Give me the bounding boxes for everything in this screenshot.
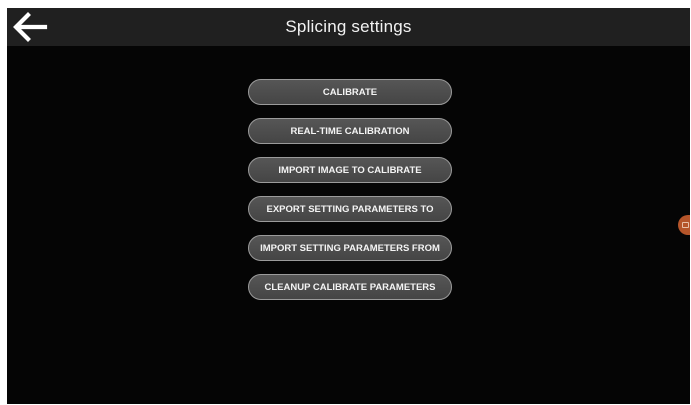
export-setting-parameters-button[interactable]: EXPORT SETTING PARAMETERS TO	[248, 196, 452, 222]
floating-side-handle[interactable]	[678, 215, 690, 235]
top-app-bar: Splicing settings	[7, 8, 690, 46]
calibrate-button[interactable]: CALIBRATE	[248, 79, 452, 105]
cleanup-calibrate-parameters-button[interactable]: CLEANUP CALIBRATE PARAMETERS	[248, 274, 452, 300]
import-setting-parameters-button[interactable]: IMPORT SETTING PARAMETERS FROM	[248, 235, 452, 261]
camera-icon	[682, 222, 689, 228]
settings-menu: CALIBRATE REAL-TIME CALIBRATION IMPORT I…	[248, 79, 452, 313]
import-image-to-calibrate-button[interactable]: IMPORT IMAGE TO CALIBRATE	[248, 157, 452, 183]
page-title: Splicing settings	[285, 17, 412, 36]
real-time-calibration-button[interactable]: REAL-TIME CALIBRATION	[248, 118, 452, 144]
device-screen: Splicing settings CALIBRATE REAL-TIME CA…	[7, 8, 690, 404]
